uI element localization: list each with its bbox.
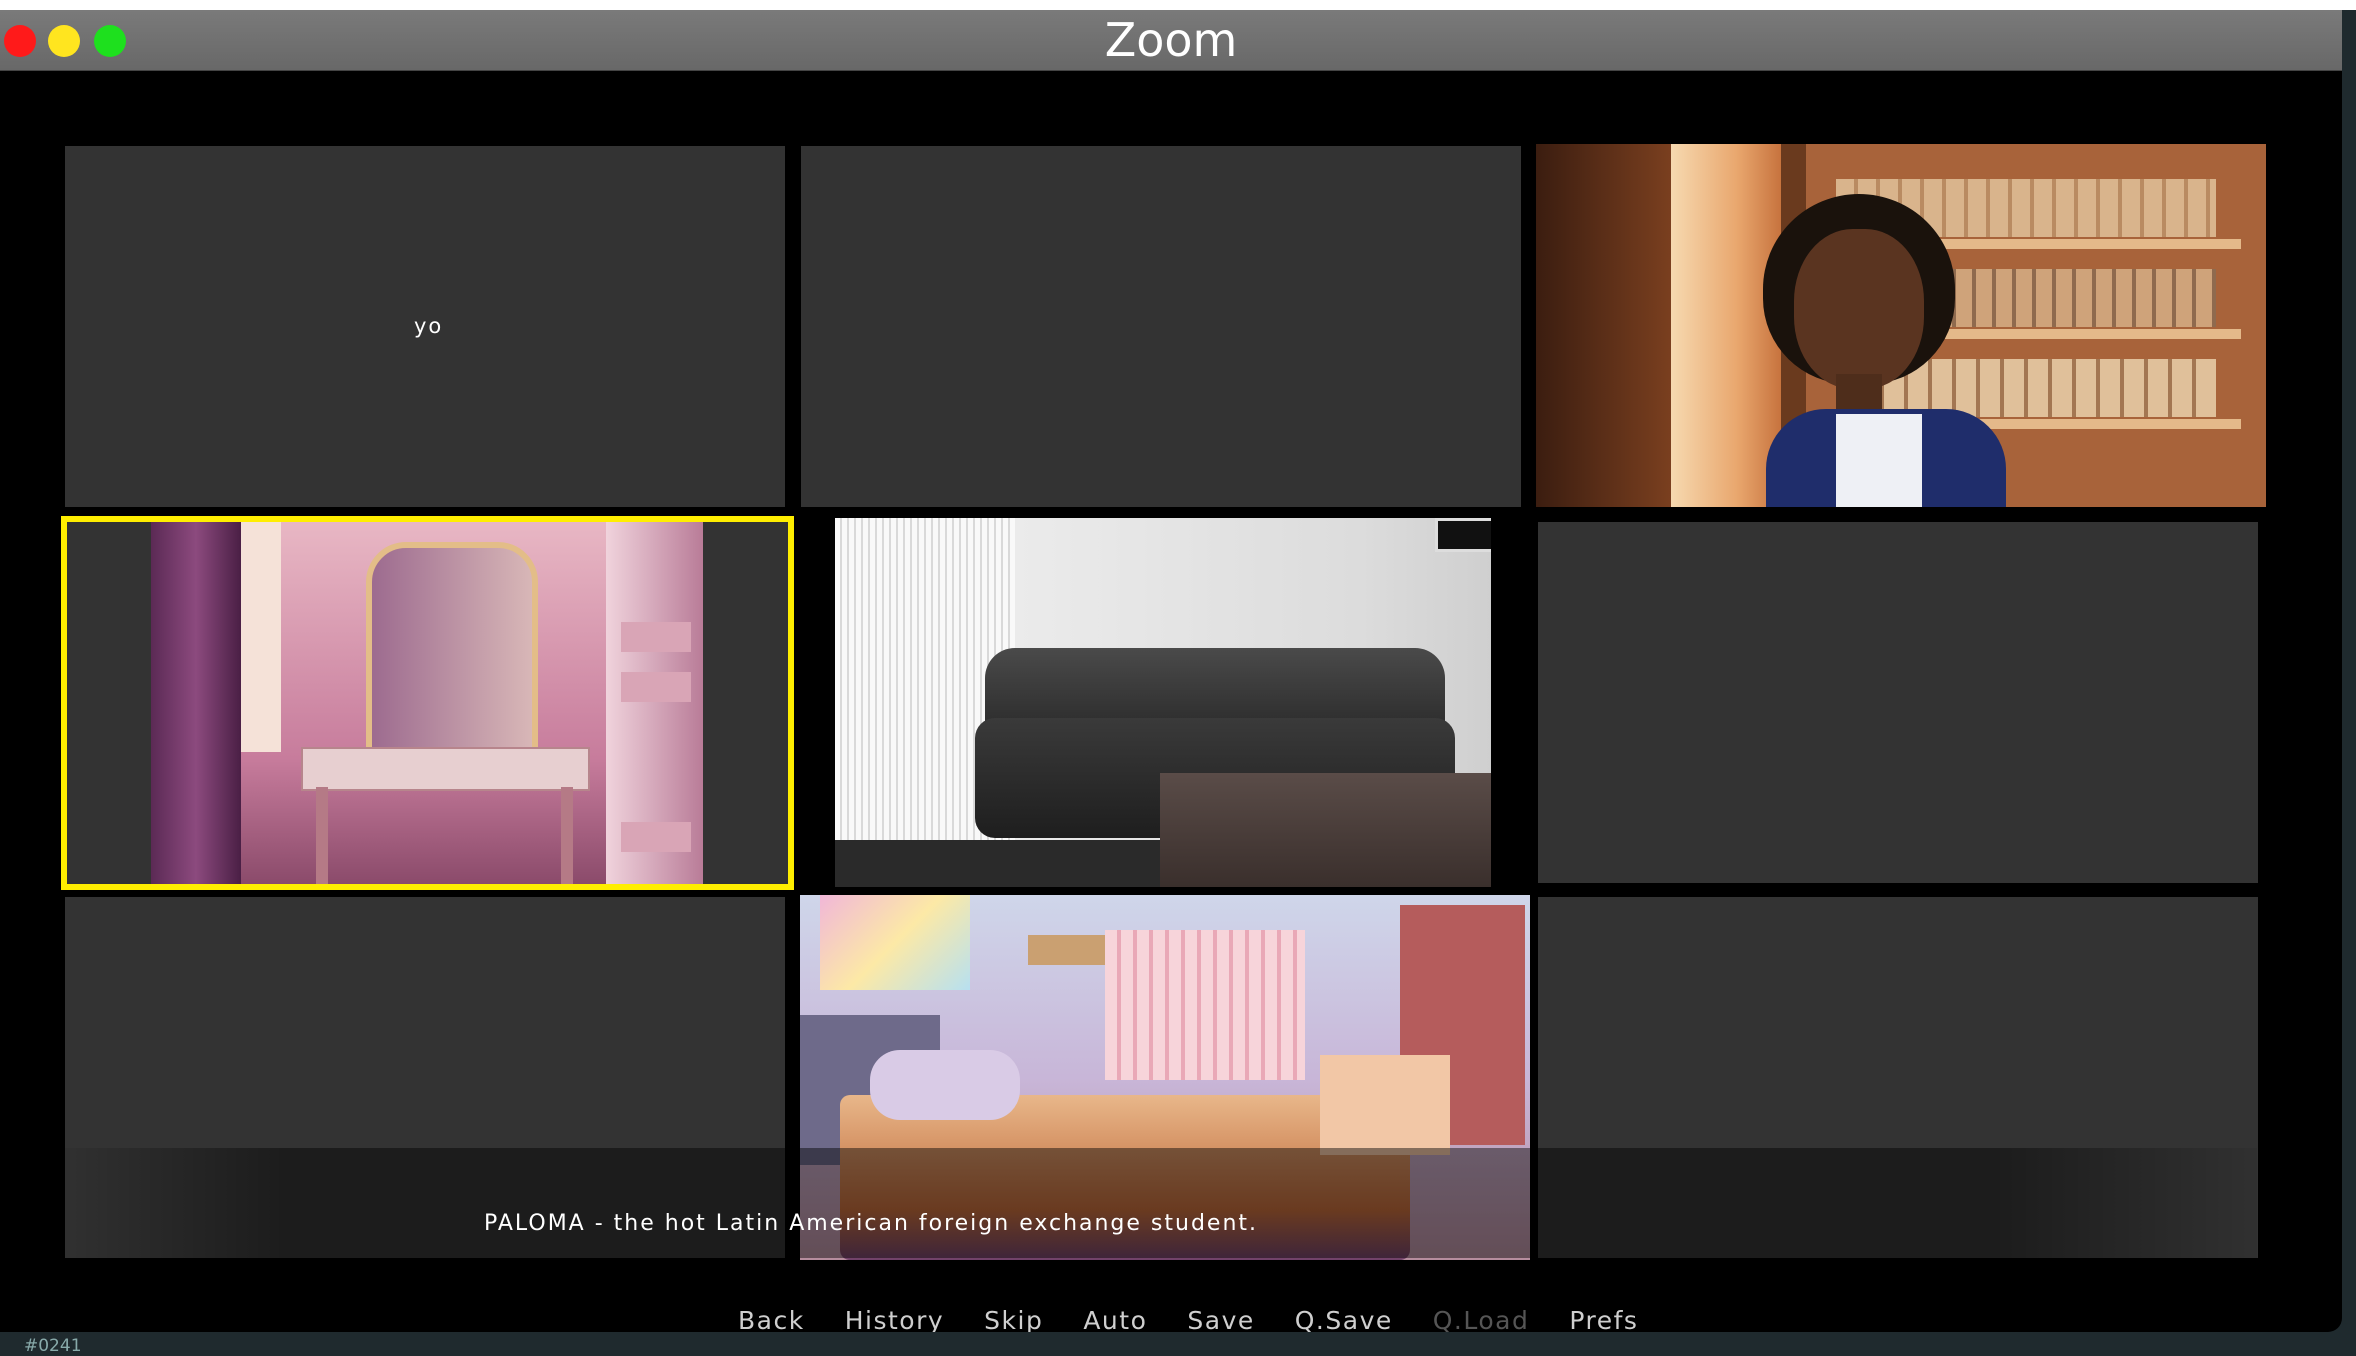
video-tile-vanity-room[interactable] — [61, 516, 794, 890]
dialog-text: PALOMA - the hot Latin American foreign … — [484, 1211, 1259, 1236]
background-app-strip — [0, 1332, 2356, 1354]
nightstand — [1320, 1055, 1450, 1155]
window-title: Zoom — [1104, 13, 1238, 67]
video-tile-yo[interactable]: yo — [65, 146, 785, 507]
active-speaker-highlight — [61, 516, 794, 890]
bedroom-window — [1105, 930, 1305, 1080]
video-tile-empty[interactable] — [801, 146, 1521, 507]
screen-top-strip — [0, 0, 2356, 10]
video-tile-empty[interactable] — [1538, 522, 2258, 883]
wall-frame — [1435, 518, 1491, 552]
pillow — [870, 1050, 1020, 1120]
background-app-label: #0241 — [24, 1336, 82, 1356]
participant-name: yo — [414, 314, 444, 338]
wall-poster — [820, 895, 970, 990]
wall-board — [1028, 935, 1108, 965]
library-window-light — [1671, 144, 1781, 507]
title-bar[interactable]: Zoom — [0, 10, 2342, 71]
character-shirt — [1836, 414, 1922, 507]
library-curtain — [1536, 144, 1671, 507]
dialog-box[interactable] — [65, 1148, 2257, 1258]
video-tile-library-character[interactable] — [1536, 144, 2266, 507]
video-tile-couch-room[interactable] — [835, 518, 1491, 887]
coffee-table — [1160, 773, 1491, 887]
character-face — [1794, 229, 1924, 389]
